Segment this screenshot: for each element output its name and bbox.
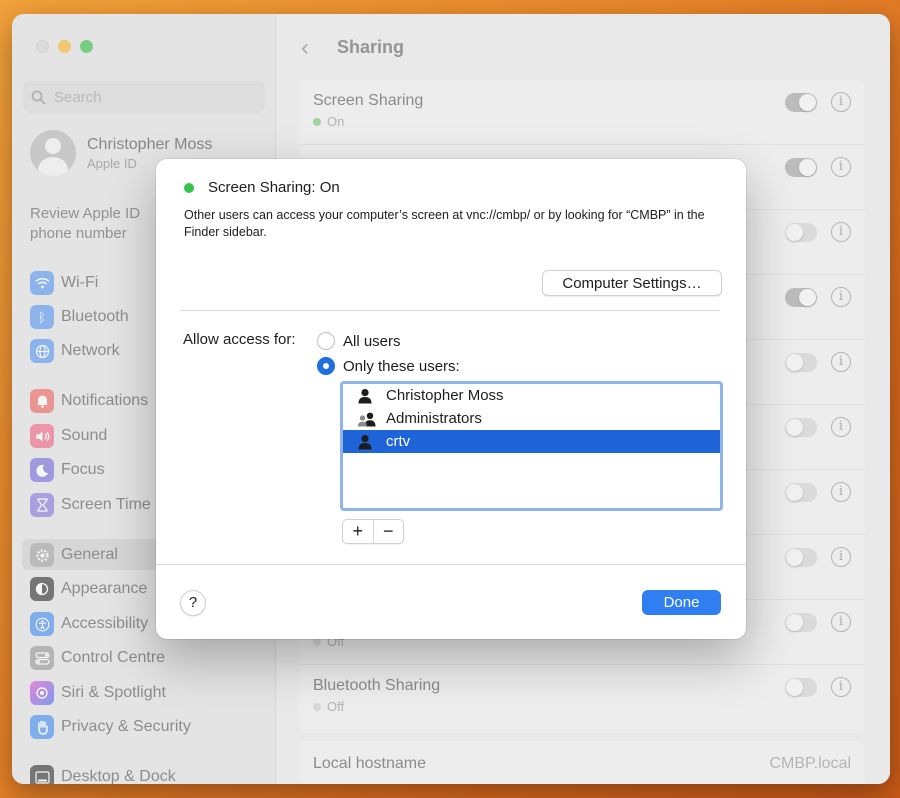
dialog-description: Other users can access your computer’s s… xyxy=(184,208,705,239)
user-icon xyxy=(357,433,377,451)
user-name: Administrators xyxy=(386,410,482,427)
list-item[interactable]: Christopher Moss xyxy=(343,384,720,407)
user-name: Christopher Moss xyxy=(386,387,504,404)
screen-sharing-dialog: Screen Sharing: On Other users can acces… xyxy=(156,159,746,639)
divider xyxy=(156,564,746,565)
remove-user-button[interactable]: − xyxy=(374,520,404,543)
list-item[interactable]: Administrators xyxy=(343,407,720,430)
user-icon xyxy=(357,387,377,405)
allow-access-label: Allow access for: xyxy=(183,331,296,348)
add-remove-control: + − xyxy=(342,519,404,544)
radio-only-these-users[interactable]: Only these users: xyxy=(317,357,460,375)
add-user-button[interactable]: + xyxy=(343,520,374,543)
radio-label: All users xyxy=(343,332,401,350)
status-on-dot-icon xyxy=(184,182,194,193)
radio-button-selected[interactable] xyxy=(317,357,335,375)
user-name: crtv xyxy=(386,433,411,450)
done-button[interactable]: Done xyxy=(642,590,721,615)
divider xyxy=(180,310,720,311)
dialog-status-text: Screen Sharing: On xyxy=(208,179,340,196)
list-item-selected[interactable]: crtv xyxy=(343,430,720,453)
allowed-users-list[interactable]: Christopher Moss Administrators crtv xyxy=(340,381,723,511)
radio-button[interactable] xyxy=(317,332,335,350)
help-button[interactable]: ? xyxy=(180,590,206,616)
group-icon xyxy=(357,410,377,428)
computer-settings-button[interactable]: Computer Settings… xyxy=(542,270,722,296)
radio-label: Only these users: xyxy=(343,357,460,375)
radio-all-users[interactable]: All users xyxy=(317,332,401,350)
dialog-status: Screen Sharing: On xyxy=(184,179,340,196)
